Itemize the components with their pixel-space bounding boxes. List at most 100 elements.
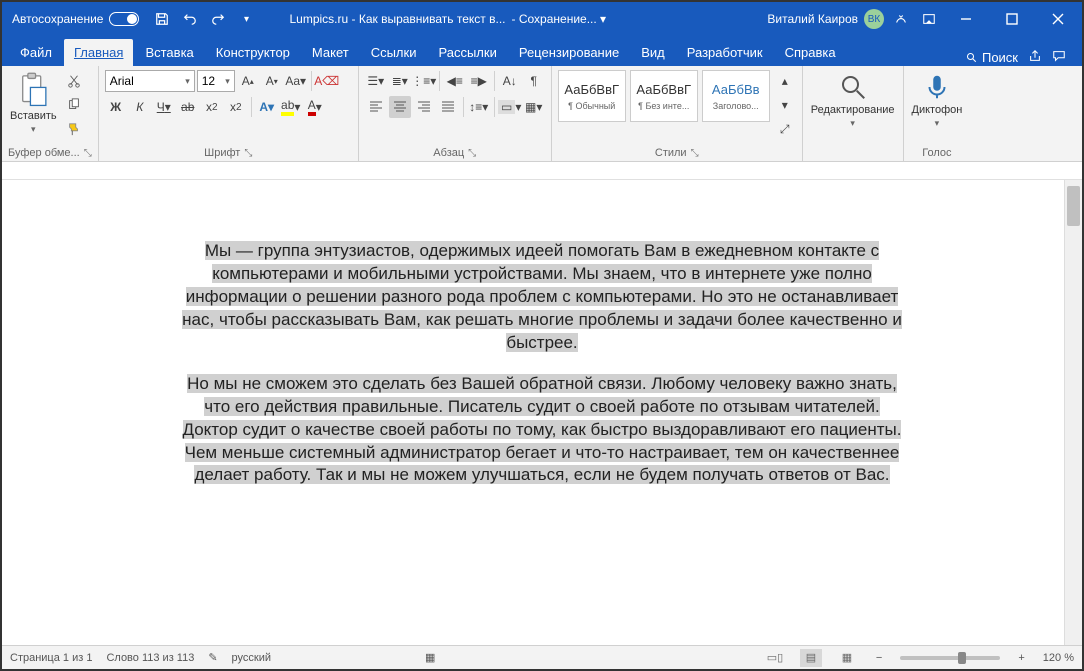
minimize-button[interactable]	[946, 2, 986, 36]
tab-design[interactable]: Конструктор	[206, 39, 300, 66]
shading-icon[interactable]: ▭▾	[499, 96, 521, 118]
toggle-switch-icon	[109, 12, 139, 26]
bullets-icon[interactable]: ☰▾	[365, 70, 387, 92]
autosave-label: Автосохранение	[12, 12, 103, 26]
cut-icon[interactable]	[63, 70, 85, 92]
undo-icon[interactable]	[179, 8, 201, 30]
font-name-select[interactable]: Arial▾	[105, 70, 195, 92]
coming-soon-icon[interactable]	[890, 8, 912, 30]
spellcheck-icon[interactable]: ✎	[208, 651, 217, 664]
zoom-out-button[interactable]: −	[872, 652, 886, 664]
strike-button[interactable]: ab	[177, 96, 199, 118]
align-right-icon[interactable]	[413, 96, 435, 118]
zoom-in-button[interactable]: +	[1014, 652, 1028, 664]
user-name: Виталий Каиров	[767, 12, 858, 26]
style-nospacing[interactable]: АаБбВвГ¶ Без инте...	[630, 70, 698, 122]
group-clipboard: Вставить ▾ Буфер обме...⤡	[2, 66, 99, 161]
increase-indent-icon[interactable]: ≡▶	[468, 70, 490, 92]
chevron-down-icon: ▾	[850, 118, 855, 129]
editing-button[interactable]: Редактирование ▾	[809, 70, 897, 131]
read-mode-icon[interactable]: ▭▯	[764, 649, 786, 667]
dialog-launcher-icon[interactable]: ⤡	[468, 148, 476, 159]
bold-button[interactable]: Ж	[105, 96, 127, 118]
justify-icon[interactable]	[437, 96, 459, 118]
tab-developer[interactable]: Разработчик	[677, 39, 773, 66]
share-icon[interactable]	[1028, 49, 1042, 66]
chevron-down-icon: ▾	[935, 118, 940, 129]
tab-view[interactable]: Вид	[631, 39, 675, 66]
titlebar: Автосохранение ▾ Lumpics.ru - Как выравн…	[2, 2, 1082, 36]
autosave-toggle[interactable]: Автосохранение	[6, 12, 145, 26]
web-layout-icon[interactable]: ▦	[836, 649, 858, 667]
tab-layout[interactable]: Макет	[302, 39, 359, 66]
change-case-icon[interactable]: Aa▾	[285, 70, 307, 92]
tab-mailings[interactable]: Рассылки	[428, 39, 506, 66]
tab-home[interactable]: Главная	[64, 39, 133, 66]
tab-help[interactable]: Справка	[775, 39, 846, 66]
tab-review[interactable]: Рецензирование	[509, 39, 629, 66]
multilevel-icon[interactable]: ⋮≡▾	[413, 70, 435, 92]
dialog-launcher-icon[interactable]: ⤡	[691, 148, 699, 159]
scroll-thumb[interactable]	[1067, 186, 1080, 226]
styles-scroll-down-icon[interactable]: ▾	[774, 94, 796, 116]
shrink-font-icon[interactable]: A▾	[261, 70, 283, 92]
language-indicator[interactable]: русский	[232, 652, 271, 664]
search-button[interactable]: Поиск	[966, 50, 1018, 65]
align-left-icon[interactable]	[365, 96, 387, 118]
dialog-launcher-icon[interactable]: ⤡	[84, 148, 92, 159]
dictate-button[interactable]: Диктофон ▾	[910, 70, 965, 131]
document-page[interactable]: Мы — группа энтузиастов, одержимых идеей…	[62, 180, 1022, 545]
word-count[interactable]: Слово 113 из 113	[106, 652, 194, 664]
comments-icon[interactable]	[1052, 49, 1066, 66]
subscript-button[interactable]: x2	[201, 96, 223, 118]
superscript-button[interactable]: x2	[225, 96, 247, 118]
italic-button[interactable]: К	[129, 96, 151, 118]
status-bar: Страница 1 из 1 Слово 113 из 113 ✎ русск…	[2, 645, 1082, 669]
tab-references[interactable]: Ссылки	[361, 39, 427, 66]
styles-scroll-up-icon[interactable]: ▴	[774, 70, 796, 92]
dialog-launcher-icon[interactable]: ⤡	[244, 148, 252, 159]
ribbon-display-icon[interactable]	[918, 8, 940, 30]
zoom-thumb[interactable]	[958, 652, 966, 664]
macro-icon[interactable]: ▦	[425, 651, 435, 664]
tab-insert[interactable]: Вставка	[135, 39, 203, 66]
paragraph-text: Мы — группа энтузиастов, одержимых идеей…	[182, 241, 902, 352]
save-icon[interactable]	[151, 8, 173, 30]
text-effects-icon[interactable]: A▾	[256, 96, 278, 118]
font-color-icon[interactable]: A▾	[304, 96, 326, 118]
font-size-select[interactable]: 12▾	[197, 70, 235, 92]
style-normal[interactable]: АаБбВвГ¶ Обычный	[558, 70, 626, 122]
app-window: Автосохранение ▾ Lumpics.ru - Как выравн…	[0, 0, 1084, 671]
zoom-level[interactable]: 120 %	[1043, 652, 1074, 664]
qat-customize-icon[interactable]: ▾	[235, 8, 257, 30]
borders-icon[interactable]: ▦▾	[523, 96, 545, 118]
maximize-button[interactable]	[992, 2, 1032, 36]
page-indicator[interactable]: Страница 1 из 1	[10, 652, 92, 664]
paste-button[interactable]: Вставить ▾	[8, 70, 59, 137]
copy-icon[interactable]	[63, 94, 85, 116]
numbering-icon[interactable]: ≣▾	[389, 70, 411, 92]
group-paragraph: ☰▾ ≣▾ ⋮≡▾ ◀≡ ≡▶ A↓ ¶ ↕≡▾	[359, 66, 552, 161]
show-marks-icon[interactable]: ¶	[523, 70, 545, 92]
styles-expand-icon[interactable]: ⤢	[774, 118, 796, 140]
grow-font-icon[interactable]: A▴	[237, 70, 259, 92]
document-title: Lumpics.ru - Как выравнивать текст в...	[289, 12, 505, 26]
line-spacing-icon[interactable]: ↕≡▾	[468, 96, 490, 118]
decrease-indent-icon[interactable]: ◀≡	[444, 70, 466, 92]
user-account[interactable]: Виталий Каиров ВК	[767, 9, 884, 29]
vertical-scrollbar[interactable]	[1064, 180, 1082, 645]
sort-icon[interactable]: A↓	[499, 70, 521, 92]
zoom-slider[interactable]	[900, 656, 1000, 660]
underline-button[interactable]: Ч▾	[153, 96, 175, 118]
align-center-icon[interactable]	[389, 96, 411, 118]
highlight-icon[interactable]: ab▾	[280, 96, 302, 118]
format-painter-icon[interactable]	[63, 118, 85, 140]
style-heading1[interactable]: АаБбВвЗаголово...	[702, 70, 770, 122]
tab-file[interactable]: Файл	[10, 39, 62, 66]
print-layout-icon[interactable]: ▤	[800, 649, 822, 667]
clear-format-icon[interactable]: A⌫	[316, 70, 338, 92]
document-area: Мы — группа энтузиастов, одержимых идеей…	[2, 162, 1082, 645]
ruler[interactable]	[2, 162, 1082, 180]
close-button[interactable]	[1038, 2, 1078, 36]
redo-icon[interactable]	[207, 8, 229, 30]
